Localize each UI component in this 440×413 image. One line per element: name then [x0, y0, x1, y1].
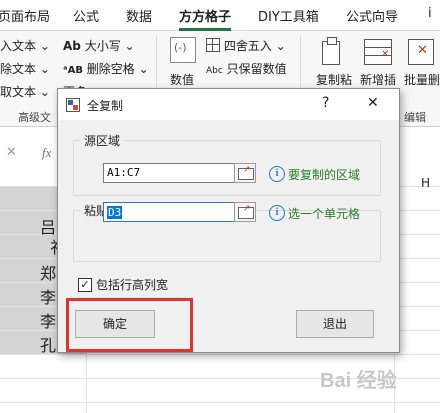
tab-page-layout[interactable]: 页面布局: [0, 6, 50, 25]
tab-data[interactable]: 数据: [126, 6, 152, 25]
delete-space-icon: ᵃAB: [63, 65, 83, 76]
row-line: [0, 402, 440, 403]
watermark: Bai 经验: [320, 370, 397, 392]
cell-text[interactable]: 李: [40, 308, 56, 332]
batch-delete-button[interactable]: 批量删: [404, 71, 440, 88]
help-button[interactable]: ?: [322, 95, 329, 111]
info-icon: i: [269, 205, 285, 221]
tab-fangfang[interactable]: 方方格子: [179, 6, 232, 31]
info-icon: i: [269, 166, 285, 182]
cancel-icon[interactable]: ✕: [6, 145, 17, 160]
abc-icon: Abc: [206, 66, 223, 76]
dialog-titlebar[interactable]: 全复制 ? ✕: [58, 89, 399, 120]
include-size-checkbox[interactable]: ✓: [78, 278, 92, 292]
app-icon: [66, 98, 80, 112]
insert-text-button[interactable]: 入文本 ⌄: [0, 37, 50, 54]
dialog-title: 全复制: [87, 99, 124, 113]
cell-text[interactable]: 郑: [40, 260, 56, 284]
group-label-advanced-text: 高级文: [18, 111, 51, 124]
range-picker-icon[interactable]: ↗: [234, 163, 256, 183]
add-insert-button[interactable]: 新增插: [360, 71, 396, 88]
case-button[interactable]: Ab 大小写 ⌄: [63, 37, 135, 54]
paste-target-value: D3: [107, 206, 123, 219]
exit-button[interactable]: 退出: [296, 310, 374, 338]
tab-more[interactable]: i: [428, 6, 432, 21]
fx-icon[interactable]: fx: [42, 145, 51, 161]
cell-text[interactable]: 孔: [40, 332, 56, 356]
round-icon: [206, 38, 220, 52]
number-button[interactable]: 数值: [170, 71, 194, 88]
include-size-label: 包括行高列宽: [96, 278, 169, 292]
copy-paste-icon: [320, 37, 344, 67]
tab-diy-toolbox[interactable]: DIY工具箱: [258, 6, 319, 25]
copy-paste-button[interactable]: 复制粘: [316, 71, 352, 88]
extract-text-button[interactable]: 取文本 ⌄: [0, 83, 50, 100]
cell-text[interactable]: 李: [40, 284, 56, 308]
tab-formula-wizard[interactable]: 公式向导: [346, 6, 398, 25]
delete-text-button[interactable]: 除文本 ⌄: [0, 60, 50, 77]
source-hint: 要复制的区域: [288, 168, 361, 182]
paste-hint: 选一个单元格: [288, 207, 361, 221]
highlight-box: [66, 298, 193, 352]
number-icon: (-): [170, 37, 196, 63]
column-header-h[interactable]: H: [421, 176, 430, 190]
source-group-label: 源区域: [80, 132, 125, 149]
batch-delete-icon: ✕: [408, 39, 434, 65]
row-line: [0, 354, 440, 355]
keep-numbers-button[interactable]: Abc 只保留数值: [206, 60, 287, 77]
insert-rows-icon: ✕: [364, 39, 392, 65]
group-label-edit: 编辑: [404, 111, 426, 124]
delete-space-button[interactable]: ᵃAB 删除空格 ⌄: [63, 60, 149, 77]
round-button[interactable]: 四舍五入 ⌄: [206, 37, 286, 54]
ribbon-tab-bar: 页面布局 公式 数据 方方格子 DIY工具箱 公式向导 i: [0, 0, 440, 31]
range-picker-icon[interactable]: ↗: [234, 202, 256, 222]
source-range-input[interactable]: [103, 163, 236, 183]
close-button[interactable]: ✕: [367, 95, 379, 111]
paste-target-input[interactable]: D3: [103, 202, 236, 222]
tab-formulas[interactable]: 公式: [73, 6, 99, 25]
case-icon: Ab: [63, 39, 81, 53]
